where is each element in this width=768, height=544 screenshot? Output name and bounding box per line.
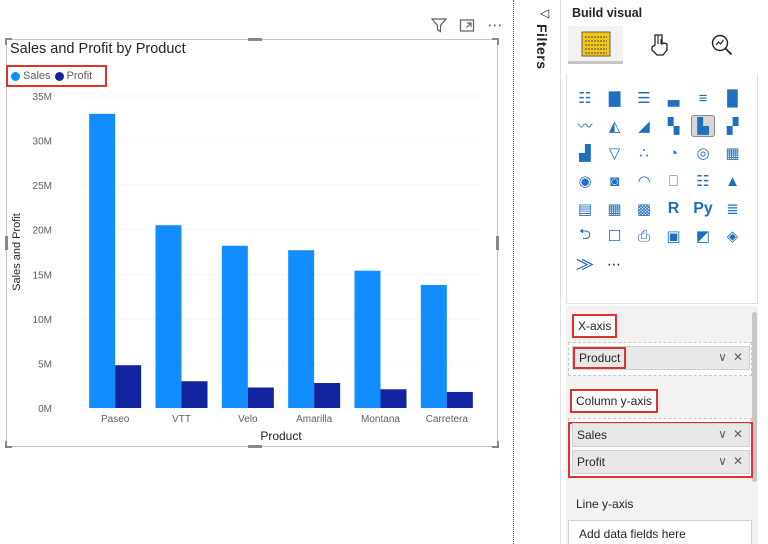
x-tick-label: Amarilla [296,414,333,425]
column-y-axis-field-profit[interactable]: Profit ∨ ✕ [572,450,750,474]
remove-field-icon[interactable]: ✕ [733,350,743,364]
collapse-filters-icon[interactable]: ◁ [540,6,549,20]
area-chart-icon[interactable]: ◭ [604,116,626,136]
kpi-icon[interactable]: ▲ [722,171,744,191]
y-tick-label: 10M [33,315,52,326]
smart-narrative-icon[interactable]: ⎙ [633,226,655,246]
field-pill-label: Product [573,347,627,369]
chevron-down-icon[interactable]: ∨ [718,427,727,441]
filled-map-icon[interactable]: ◙ [604,171,626,191]
x-tick-label: VTT [172,414,191,425]
chevron-down-icon[interactable]: ∨ [718,454,727,468]
field-pill-label: Profit [577,455,606,469]
bar-profit-carretera [446,391,473,408]
x-axis-well-label: X-axis [572,314,618,338]
100-stacked-column-chart-icon[interactable]: █ [722,88,744,108]
y-tick-label: 0M [38,404,52,415]
map-icon[interactable]: ◉ [574,171,596,191]
funnel-chart-icon[interactable]: ▽ [604,143,626,163]
column-y-axis-field-sales[interactable]: Sales ∨ ✕ [572,423,750,447]
r-visual-icon[interactable]: R [663,199,685,219]
clustered-column-chart: 0M 5M 10M 15M 20M 25M 30M 35M Paseo VTT Velo Amaril… [11,92,480,443]
treemap-icon[interactable]: ▦ [722,143,744,163]
clustered-column-chart-icon[interactable]: ▃ [663,88,685,108]
paginated-report-icon[interactable]: ▣ [663,226,685,246]
bar-sales-carretera [420,284,447,408]
visualization-icon-grid: ☷ ▇ ☰ ▃ ≡ █ 〰 ◭ ◢ ▚ ▙ ▞ ▟ ▽ ∴ ◔ ◎ ▦ ◉ ◙ ◠ ⎕ ☷ ▲ ▤ ▦ ▩ R Py ≣ ⮌ ☐ ⎙ ▣ ◩ ◈ ⨠ ⋯ [574,88,758,282]
bar-profit-amarilla [314,383,341,408]
table-icon[interactable]: ▦ [604,199,626,219]
chevron-down-icon[interactable]: ∨ [718,350,727,364]
y-tick-label: 35M [33,92,52,103]
x-tick-label: Montana [361,414,400,425]
filters-pane-label[interactable]: Filters [534,24,550,70]
power-automate-icon[interactable]: ◈ [722,226,744,246]
column-y-axis-well-label: Column y-axis [570,389,659,413]
format-visual-tab-icon[interactable] [631,26,686,64]
remove-field-icon[interactable]: ✕ [733,454,743,468]
bar-sales-vtt [155,225,182,408]
y-tick-label: 30M [33,137,52,148]
line-y-axis-well-label: Line y-axis [576,497,634,511]
donut-chart-icon[interactable]: ◎ [692,143,714,163]
decomposition-tree-icon[interactable]: ⮌ [574,226,596,246]
key-influencers-icon[interactable]: ≣ [722,199,744,219]
y-tick-label: 25M [33,181,52,192]
line-and-clustered-column-chart-icon[interactable]: ▙ [691,114,715,137]
x-tick-label: Velo [238,414,258,425]
pane-divider [560,0,561,544]
bar-profit-velo [247,387,274,408]
clustered-bar-chart-icon[interactable]: ☰ [633,88,655,108]
filters-pane [514,0,560,544]
y-tick-label: 15M [33,270,52,281]
line-and-stacked-column-chart-icon[interactable]: ▚ [663,116,685,136]
x-tick-label: Paseo [101,414,130,425]
add-visual-tab-icon[interactable] [568,26,624,64]
more-visuals-icon[interactable]: ⋯ [604,254,626,274]
line-chart-icon[interactable]: 〰 [574,116,596,136]
pie-chart-icon[interactable]: ◔ [663,143,685,163]
ribbon-chart-icon[interactable]: ▞ [722,116,744,136]
build-visual-title: Build visual [572,6,643,20]
metrics-icon[interactable]: ⨠ [574,254,596,274]
100-stacked-bar-chart-icon[interactable]: ≡ [692,88,714,108]
stacked-bar-chart-icon[interactable]: ☷ [574,88,596,108]
x-axis-title: Product [260,429,302,443]
power-apps-icon[interactable]: ◩ [692,226,714,246]
analytics-tab-icon[interactable] [695,26,750,64]
bar-profit-vtt [181,381,208,408]
python-visual-icon[interactable]: Py [692,199,714,219]
bar-sales-amarilla [288,250,315,408]
bar-profit-paseo [115,365,142,408]
build-visual-tabs [568,26,758,66]
field-pill-label: Sales [577,428,608,442]
stacked-area-chart-icon[interactable]: ◢ [633,116,655,136]
waterfall-chart-icon[interactable]: ▟ [574,143,596,163]
remove-field-icon[interactable]: ✕ [733,427,743,441]
bar-sales-montana [354,270,381,408]
bar-sales-paseo [89,113,116,408]
multi-row-card-icon[interactable]: ☷ [692,171,714,191]
matrix-icon[interactable]: ▩ [633,199,655,219]
qa-icon[interactable]: ☐ [604,226,626,246]
x-axis-field-product[interactable]: Product ∨ ✕ [572,346,750,370]
card-icon[interactable]: ⎕ [663,171,685,191]
bar-sales-velo [221,245,248,408]
y-axis-title: Sales and Profit [11,213,23,291]
line-y-axis-add-fields[interactable]: Add data fields here [568,520,752,544]
stacked-column-chart-icon[interactable]: ▇ [604,88,626,108]
x-tick-label: Carretera [426,414,469,425]
slicer-icon[interactable]: ▤ [574,199,596,219]
y-tick-label: 5M [38,359,52,370]
y-tick-label: 20M [33,226,52,237]
gauge-icon[interactable]: ◠ [633,171,655,191]
bar-profit-montana [380,389,407,408]
scatter-chart-icon[interactable]: ∴ [633,143,655,163]
